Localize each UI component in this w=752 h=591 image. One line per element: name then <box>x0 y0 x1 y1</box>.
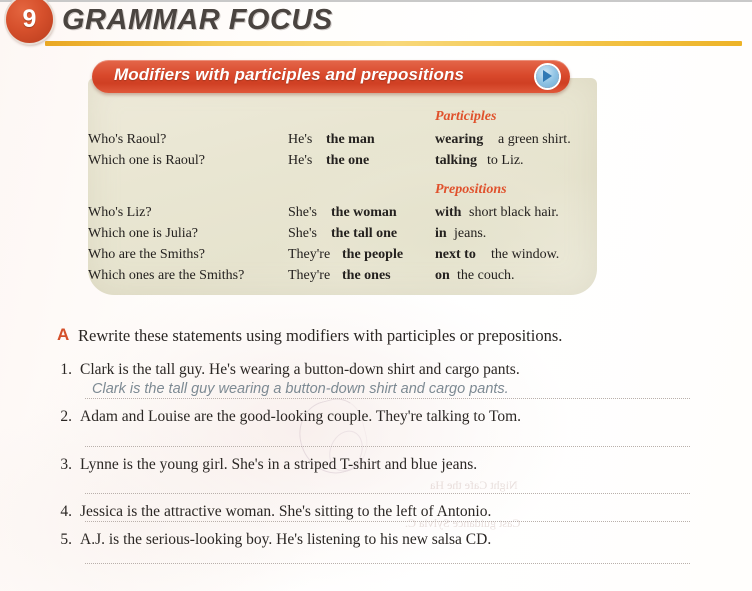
list-item-prompt: Adam and Louise are the good-looking cou… <box>80 408 522 425</box>
list-item-number: 1. <box>60 361 72 378</box>
grammar-focus-banner: Modifiers with participles and prepositi… <box>92 60 570 93</box>
grammar-subject: He's <box>288 153 313 168</box>
bleed-through-text: Night Cafe the Ha <box>430 478 518 492</box>
grammar-noun: the people <box>342 247 404 262</box>
list-item-number: 2. <box>60 408 72 425</box>
grammar-question: Which one is Raoul? <box>88 153 206 168</box>
grammar-modifier-rest: the couch. <box>457 268 515 283</box>
grammar-modifier-rest: a green shirt. <box>498 132 571 147</box>
grammar-modifier-head: talking <box>435 153 478 168</box>
grammar-question: Who are the Smiths? <box>88 247 206 262</box>
answer-handwriting[interactable]: Clark is the tall guy wearing a button-d… <box>92 381 509 397</box>
grammar-question: Which ones are the Smiths? <box>88 268 245 283</box>
grammar-banner-label: Modifiers with participles and prepositi… <box>114 65 465 84</box>
grammar-modifier-head: in <box>435 226 447 241</box>
grammar-modifier-rest: the window. <box>491 247 560 262</box>
list-item-prompt: Clark is the tall guy. He's wearing a bu… <box>80 361 520 378</box>
grammar-noun: the tall one <box>331 226 398 241</box>
answer-line[interactable] <box>85 563 690 564</box>
grammar-question: Who's Raoul? <box>88 132 167 147</box>
grammar-subject: She's <box>288 205 317 220</box>
play-icon[interactable] <box>536 65 559 88</box>
list-item-number: 5. <box>60 531 72 548</box>
list-item-prompt: Jessica is the attractive woman. She's s… <box>80 503 492 520</box>
grammar-noun: the one <box>326 153 370 168</box>
grammar-question: Which one is Julia? <box>88 226 199 241</box>
grammar-subject: They're <box>288 247 331 262</box>
grammar-noun: the woman <box>331 205 397 220</box>
grammar-subject: They're <box>288 268 331 283</box>
textbook-page: 9 GRAMMAR FOCUS Participles Who's Raoul?… <box>0 0 752 591</box>
grammar-modifier-head: next to <box>435 247 476 262</box>
exercise-letter: A <box>57 325 70 344</box>
list-item-number: 3. <box>60 456 72 473</box>
page-top-border <box>0 0 752 2</box>
column-heading-prepositions: Prepositions <box>435 182 507 197</box>
grammar-modifier-rest: jeans. <box>454 226 487 241</box>
grammar-noun: the ones <box>342 268 391 283</box>
answer-line[interactable] <box>85 446 690 447</box>
grammar-focus-box: Participles Who's Raoul? He's the man we… <box>88 78 597 295</box>
grammar-subject: He's <box>288 132 313 147</box>
grammar-noun: the man <box>326 132 375 147</box>
grammar-modifier-head: on <box>435 268 450 283</box>
page-title: GRAMMAR FOCUS <box>62 4 333 36</box>
list-item-number: 4. <box>60 503 72 520</box>
unit-number-badge: 9 <box>6 0 53 43</box>
grammar-question: Who's Liz? <box>88 205 152 220</box>
grammar-modifier-head: wearing <box>435 132 484 147</box>
exercise-instruction: Rewrite these statements using modifiers… <box>78 326 563 345</box>
title-underline-rule <box>45 41 742 46</box>
list-item-prompt: A.J. is the serious-looking boy. He's li… <box>80 531 492 548</box>
grammar-subject: She's <box>288 226 317 241</box>
answer-line[interactable] <box>85 521 690 522</box>
grammar-modifier-rest: to Liz. <box>487 153 524 168</box>
answer-line[interactable] <box>85 398 690 399</box>
grammar-modifier-head: with <box>435 205 462 220</box>
list-item-prompt: Lynne is the young girl. She's in a stri… <box>80 456 478 473</box>
grammar-modifier-rest: short black hair. <box>469 205 559 220</box>
column-heading-participles: Participles <box>435 109 497 124</box>
answer-line[interactable] <box>85 493 690 494</box>
